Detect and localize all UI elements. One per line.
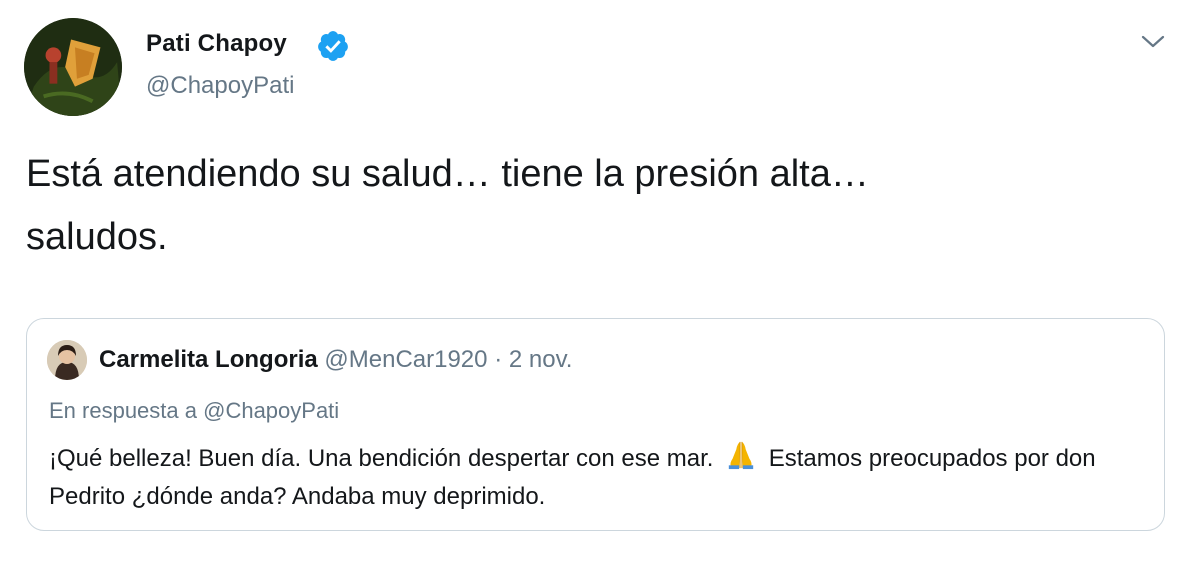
reply-to-link[interactable]: @ChapoyPati [203, 398, 339, 423]
quoted-author-avatar[interactable] [47, 340, 87, 380]
author-avatar[interactable] [24, 18, 122, 116]
verified-badge-icon [318, 31, 348, 61]
quoted-separator: · [494, 346, 503, 373]
quoted-display-name[interactable]: Carmelita Longoria [99, 346, 318, 373]
avatar-image-icon [24, 18, 122, 116]
folded-hands-icon [728, 441, 754, 470]
chevron-down-icon[interactable] [1140, 32, 1166, 52]
quoted-avatar-image-icon [47, 340, 87, 380]
reply-prefix: En respuesta a [49, 398, 204, 423]
quoted-header: Carmelita Longoria @MenCar1920 · 2 nov. [99, 346, 572, 374]
tweet-text: Está atendiendo su salud… tiene la presi… [26, 153, 869, 258]
author-handle[interactable]: @ChapoyPati [146, 72, 294, 100]
quoted-tweet-text: ¡Qué belleza! Buen día. Una bendición de… [49, 440, 1139, 516]
author-display-name[interactable]: Pati Chapoy [146, 30, 287, 58]
quoted-text-part-1: ¡Qué belleza! Buen día. Una bendición de… [49, 445, 714, 472]
tweet-card: Pati Chapoy @ChapoyPati Está atendiendo … [0, 0, 1200, 567]
quoted-date[interactable]: 2 nov. [509, 346, 573, 373]
reply-context: En respuesta a @ChapoyPati [49, 398, 339, 424]
quoted-handle[interactable]: @MenCar1920 [324, 346, 487, 373]
quoted-tweet[interactable]: Carmelita Longoria @MenCar1920 · 2 nov. … [26, 318, 1165, 531]
